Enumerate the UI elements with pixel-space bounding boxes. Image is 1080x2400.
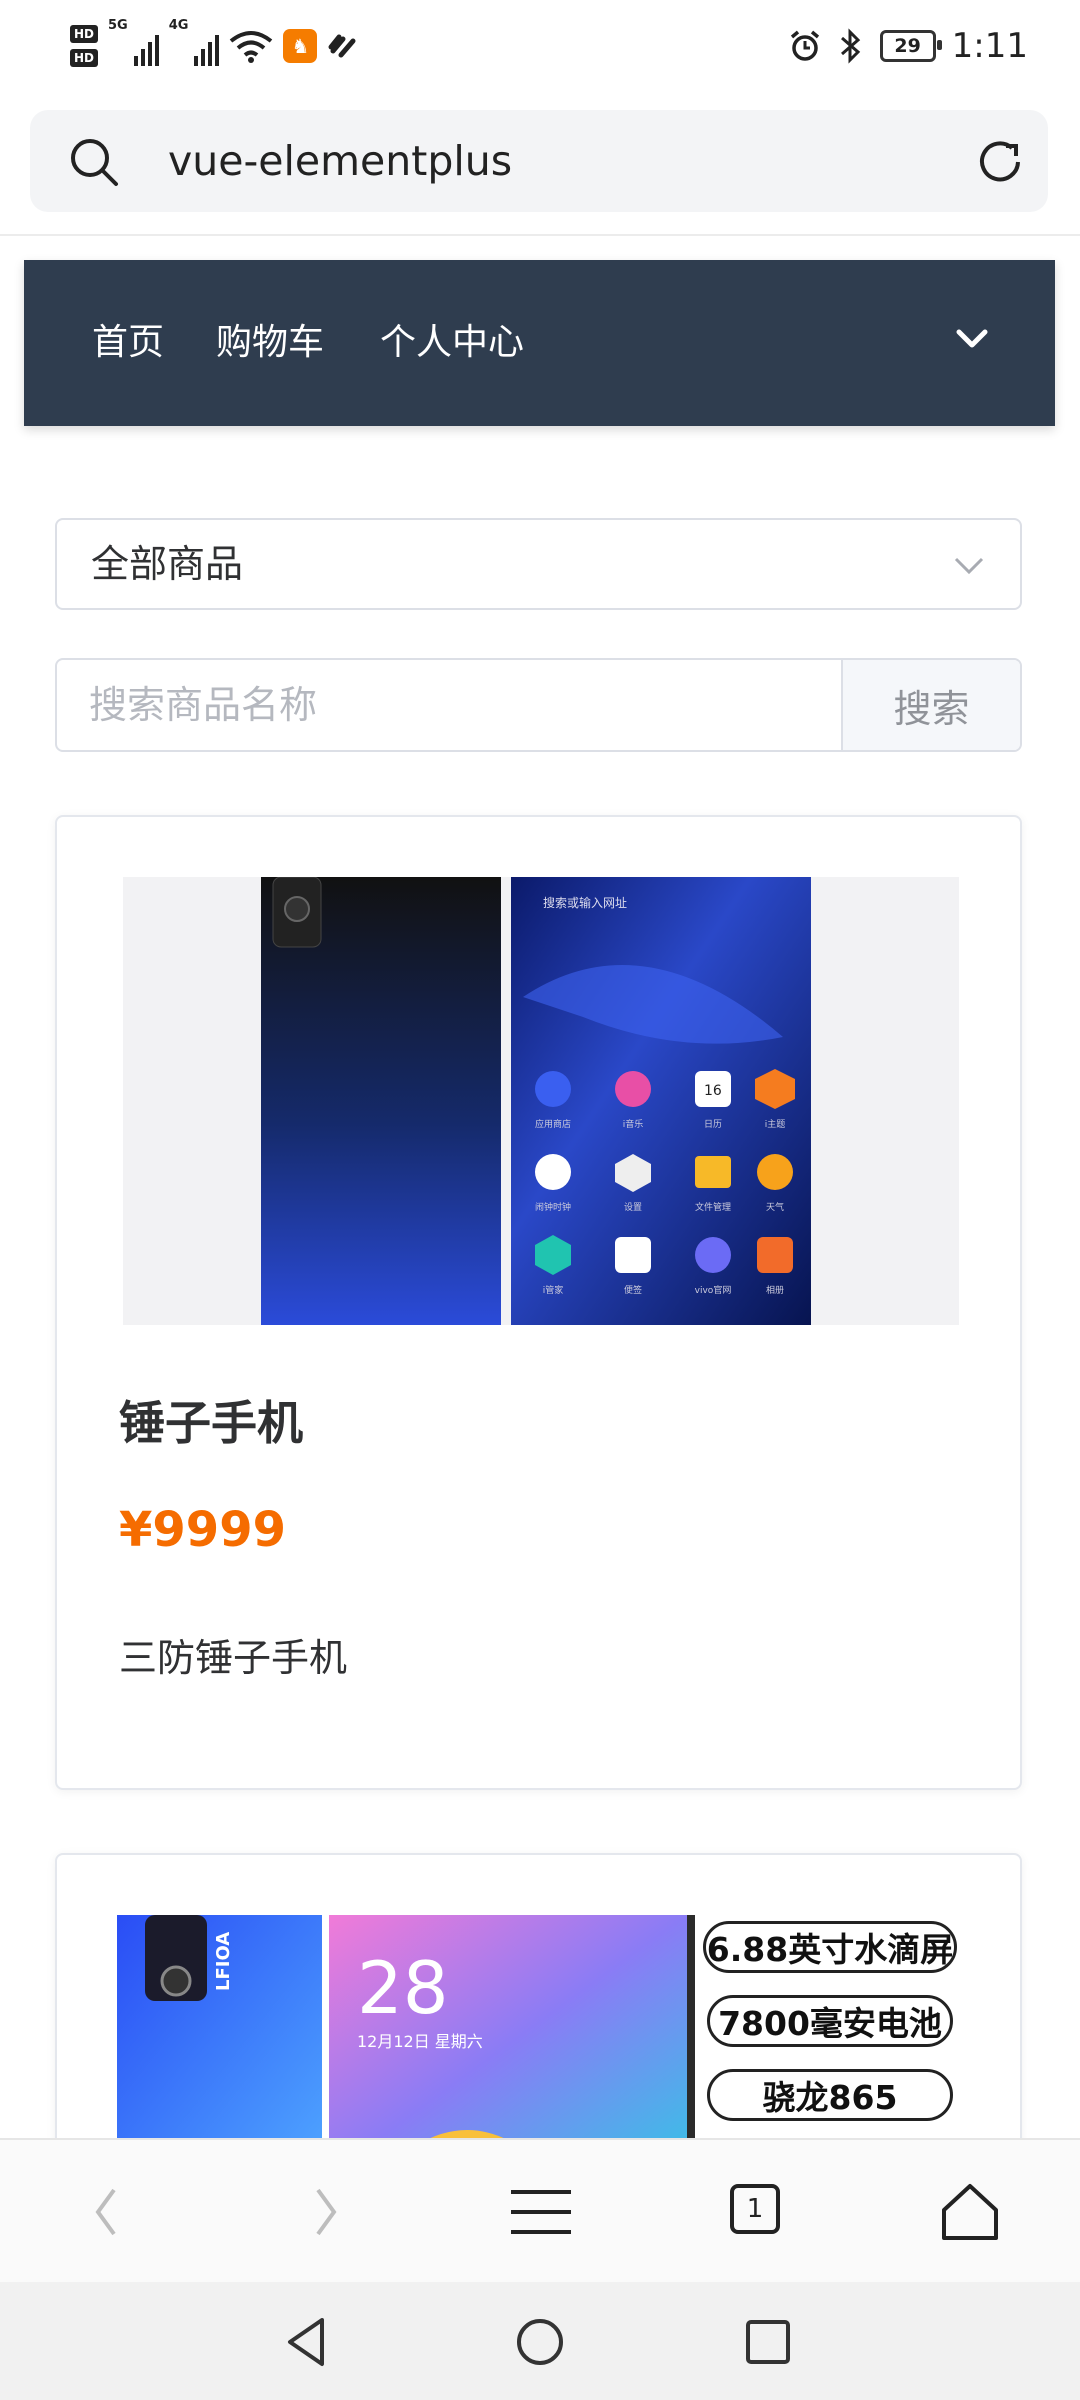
product-card[interactable]: LFIOA 28 12月12日 星期六 6.88英寸水滴屏 7800毫安电池 骁…: [55, 1853, 1022, 2153]
hd-indicators: HD HD: [70, 25, 98, 67]
signal-icon-2: [194, 26, 220, 66]
system-back-icon[interactable]: [278, 2312, 338, 2372]
home-icon[interactable]: [934, 2176, 1006, 2248]
refresh-icon[interactable]: [972, 134, 1028, 190]
search-input[interactable]: [57, 660, 843, 750]
phone-date-day: 28: [357, 1946, 449, 2030]
link-icon: [328, 34, 356, 58]
tabs-button[interactable]: 1: [722, 2176, 794, 2248]
status-bar: HD HD 5G 4G ♞ 29 1:11: [0, 0, 1080, 92]
system-nav-bar: [0, 2282, 1080, 2400]
screen-app-label: 相册: [766, 1284, 784, 1296]
hd-badge-2: HD: [70, 49, 98, 67]
network-type-1: 5G: [108, 18, 128, 33]
product-description: 三防锤子手机: [119, 1636, 348, 1680]
system-recents-icon[interactable]: [738, 2312, 798, 2372]
uc-browser-icon: ♞: [283, 29, 318, 63]
product-search: 搜索: [55, 658, 1022, 752]
screen-app-label: i主题: [765, 1118, 786, 1130]
screen-app-label: 文件管理: [695, 1201, 731, 1213]
search-icon[interactable]: [68, 136, 120, 188]
status-right: 29 1:11: [788, 20, 1028, 72]
wifi-icon: [230, 31, 273, 63]
alarm-icon: [790, 30, 819, 61]
chevron-down-icon: [954, 557, 984, 575]
screen-app-label: i管家: [543, 1284, 564, 1296]
product-image[interactable]: 搜索或输入网址 16 应用商店 i音乐 日历 i主题 闹钟时钟 设置 文件管理 …: [123, 877, 959, 1325]
product-card[interactable]: 搜索或输入网址 16 应用商店 i音乐 日历 i主题 闹钟时钟 设置 文件管理 …: [55, 815, 1022, 1790]
browser-toolbar: 1: [0, 2138, 1080, 2284]
screen-calendar-date: 16: [704, 1083, 722, 1099]
screen-app-label: 天气: [766, 1201, 784, 1213]
chevron-down-icon[interactable]: [951, 318, 993, 360]
product-image[interactable]: LFIOA 28 12月12日 星期六 6.88英寸水滴屏 7800毫安电池 骁…: [117, 1915, 962, 2151]
bluetooth-icon: [840, 28, 860, 64]
back-icon[interactable]: [72, 2176, 144, 2248]
category-select[interactable]: 全部商品: [55, 518, 1022, 610]
category-select-value: 全部商品: [91, 542, 244, 586]
screen-search-text: 搜索或输入网址: [543, 895, 627, 910]
product-title[interactable]: 锤子手机: [119, 1387, 303, 1453]
hd-badge-1: HD: [70, 25, 98, 43]
spec-badge: 7800毫安电池: [707, 1995, 953, 2047]
clock: 1:11: [951, 26, 1028, 66]
product-price: ¥9999: [119, 1502, 286, 1558]
network-type-2: 4G: [168, 18, 189, 33]
url-text[interactable]: vue-elementplus: [168, 110, 512, 212]
phone-date-line: 12月12日 星期六: [357, 2032, 483, 2051]
address-bar[interactable]: vue-elementplus: [30, 110, 1048, 212]
signal-icon-1: [133, 26, 159, 66]
phone-brand-text: LFIOA: [213, 1932, 234, 1991]
screen-app-label: 应用商店: [535, 1118, 571, 1130]
spec-badge: 骁龙865: [707, 2069, 953, 2121]
nav-item-cart[interactable]: 购物车: [216, 260, 324, 426]
screen-app-label: 日历: [704, 1119, 722, 1130]
menu-icon[interactable]: [505, 2176, 577, 2248]
screen-app-label: vivo官网: [695, 1284, 732, 1296]
forward-icon[interactable]: [288, 2176, 360, 2248]
spec-badge: 6.88英寸水滴屏: [703, 1921, 957, 1973]
battery-icon: 29: [879, 30, 942, 62]
screen-app-label: 便签: [624, 1284, 642, 1296]
top-navbar: 首页 购物车 个人中心: [24, 260, 1055, 426]
battery-level: 29: [894, 35, 921, 57]
nav-item-profile[interactable]: 个人中心: [380, 260, 524, 426]
search-button[interactable]: 搜索: [841, 660, 1020, 750]
divider: [0, 234, 1080, 236]
nav-item-home[interactable]: 首页: [92, 260, 164, 426]
screen-app-label: 闹钟时钟: [535, 1201, 571, 1213]
screen-app-label: i音乐: [623, 1118, 644, 1130]
system-home-icon[interactable]: [510, 2312, 570, 2372]
phone-image: 搜索或输入网址 16 应用商店 i音乐 日历 i主题 闹钟时钟 设置 文件管理 …: [261, 877, 811, 1325]
status-left: HD HD 5G 4G ♞: [70, 18, 361, 74]
screen-app-label: 设置: [624, 1202, 642, 1213]
tab-count: 1: [730, 2184, 780, 2234]
